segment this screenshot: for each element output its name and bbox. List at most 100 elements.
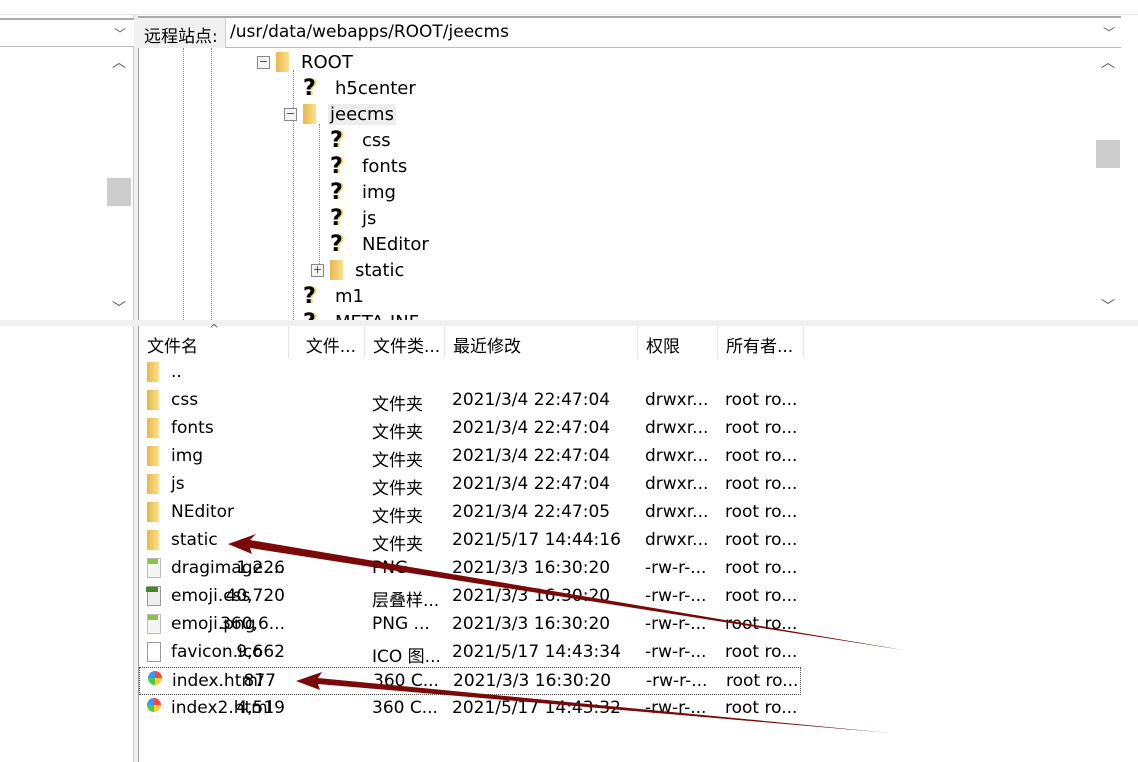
collapse-icon[interactable]: − xyxy=(284,107,297,121)
file-owner: root ro... xyxy=(725,418,798,438)
folder-file-icon xyxy=(147,502,159,522)
file-row[interactable]: favicon.ico 9,662 ICO 图... 2021/5/17 14:43:… xyxy=(139,639,809,667)
tree-node-meta-inf[interactable]: ? META-INF xyxy=(303,309,419,321)
file-size: 40,720 xyxy=(225,586,285,606)
file-modified: 2021/3/4 22:47:04 xyxy=(452,446,611,466)
file-type: PNG ... xyxy=(372,558,430,578)
file-modified: 2021/3/3 16:30:20 xyxy=(452,558,611,578)
tree-node-img[interactable]: ? img xyxy=(330,179,396,205)
scroll-thumb[interactable] xyxy=(107,178,131,206)
file-row[interactable]: css 文件夹 2021/3/4 22:47:04 drwxr... root ro..… xyxy=(139,387,809,415)
column-header[interactable]: 文件类... xyxy=(365,326,445,358)
file-owner: root ro... xyxy=(725,530,798,550)
file-perm: drwxr... xyxy=(645,530,709,550)
tree-node-neditor[interactable]: ? NEditor xyxy=(330,231,429,257)
tree-node-root[interactable]: − ROOT xyxy=(257,49,353,75)
tree-node-label: m1 xyxy=(335,285,364,307)
tree-node-label: css xyxy=(362,129,391,151)
file-type: PNG ... xyxy=(372,614,430,634)
file-perm: -rw-r-... xyxy=(645,558,707,578)
file-name: .. xyxy=(171,362,182,382)
file-perm: drwxr... xyxy=(645,446,709,466)
column-header[interactable]: 权限 xyxy=(638,326,718,358)
file-perm: drwxr... xyxy=(645,418,709,438)
ico-file-icon xyxy=(147,642,161,662)
unknown-folder-icon: ? xyxy=(330,127,343,153)
scroll-up-icon[interactable]: ︿ xyxy=(107,52,131,72)
column-header[interactable]: 文件... xyxy=(289,326,365,358)
file-row[interactable]: static 文件夹 2021/5/17 14:44:16 drwxr... root … xyxy=(139,527,809,555)
file-row[interactable]: index2.html 4,519 360 C... 2021/5/17 14:43:… xyxy=(139,695,809,723)
file-row[interactable]: .. xyxy=(139,359,809,387)
file-modified: 2021/3/4 22:47:04 xyxy=(452,390,611,410)
folder-icon xyxy=(276,52,289,72)
tree-node-label: ROOT xyxy=(301,51,353,73)
tree-node-label: js xyxy=(362,207,377,229)
file-perm: -rw-r-... xyxy=(645,642,707,662)
remote-path-input[interactable]: /usr/data/webapps/ROOT/jeecms xyxy=(230,22,509,42)
file-owner: root ro... xyxy=(725,446,798,466)
folder-file-icon xyxy=(147,418,159,438)
file-type: 文件夹 xyxy=(372,451,423,471)
file-name: js xyxy=(171,474,185,494)
file-type: 文件夹 xyxy=(372,423,423,443)
column-header[interactable]: 最近修改 xyxy=(445,326,638,358)
tree-node-fonts[interactable]: ? fonts xyxy=(330,153,407,179)
file-row[interactable]: dragimage.... 1,226 PNG ... 2021/3/3 16:30:… xyxy=(139,555,809,583)
file-owner: root ro... xyxy=(725,642,798,662)
file-row[interactable]: js 文件夹 2021/3/4 22:47:04 drwxr... root ro... xyxy=(139,471,809,499)
file-owner: root ro... xyxy=(725,474,798,494)
tree-node-h5center[interactable]: ? h5center xyxy=(303,75,416,101)
tree-node-label: h5center xyxy=(335,77,416,99)
file-type: 文件夹 xyxy=(372,535,423,555)
tree-node-m1[interactable]: ? m1 xyxy=(303,283,364,309)
remote-file-list: ^ 文件名 文件... 文件类... 最近修改 权限 所有者..... css 文件夹 2021… xyxy=(138,322,1138,762)
tree-node-js[interactable]: ? js xyxy=(330,205,376,231)
chevron-down-icon[interactable]: ﹀ xyxy=(114,25,126,42)
file-row[interactable]: emoji.css 40,720 层叠样... 2021/3/3 16:30:20 -r… xyxy=(139,583,809,611)
file-row[interactable]: index.html 877 360 C... 2021/3/3 16:30:20 -r… xyxy=(139,667,801,695)
file-modified: 2021/5/17 14:43:32 xyxy=(452,698,621,718)
local-tree-scrollbar[interactable]: ︿ ﹀ xyxy=(107,48,131,320)
folder-file-icon xyxy=(147,530,159,550)
file-size: 877 xyxy=(243,671,276,691)
chevron-down-icon[interactable]: ﹀ xyxy=(1103,24,1115,41)
tree-node-static[interactable]: + static xyxy=(311,257,404,283)
remote-directory-tree: − ROOT? h5center − jeecms? css? fonts? img? js? N… xyxy=(138,48,1098,320)
file-row[interactable]: fonts 文件夹 2021/3/4 22:47:04 drwxr... root ro… xyxy=(139,415,809,443)
file-name: static xyxy=(171,530,218,550)
remote-site-label: 远程站点: xyxy=(138,18,226,48)
tree-node-css[interactable]: ? css xyxy=(330,127,391,153)
file-modified: 2021/5/17 14:44:16 xyxy=(452,530,621,550)
file-size: 360,6... xyxy=(220,614,285,634)
local-site-combo[interactable]: ﹀ xyxy=(0,18,134,47)
remote-tree-scrollbar[interactable]: ︿ ﹀ xyxy=(1096,48,1120,320)
file-row[interactable]: NEditor 文件夹 2021/3/4 22:47:05 drwxr... root … xyxy=(139,499,809,527)
scroll-up-icon[interactable]: ︿ xyxy=(1096,52,1120,72)
scroll-down-icon[interactable]: ﹀ xyxy=(107,298,131,318)
column-header[interactable]: 文件名 xyxy=(139,326,289,358)
file-row[interactable]: img 文件夹 2021/3/4 22:47:04 drwxr... root ro..… xyxy=(139,443,809,471)
unknown-folder-icon: ? xyxy=(303,310,323,321)
file-type: 360 C... xyxy=(373,671,439,691)
file-owner: root ro... xyxy=(725,698,798,718)
file-perm: -rw-r-... xyxy=(646,671,708,691)
file-modified: 2021/3/3 16:30:20 xyxy=(452,586,611,606)
collapse-icon[interactable]: − xyxy=(257,55,270,69)
unknown-folder-icon: ? xyxy=(303,283,316,309)
tree-node-jeecms[interactable]: − jeecms xyxy=(284,101,396,127)
file-perm: drwxr... xyxy=(645,474,709,494)
file-owner: root ro... xyxy=(725,502,798,522)
unknown-folder-icon: ? xyxy=(330,153,343,179)
unknown-folder-icon: ? xyxy=(330,179,343,205)
top-strip xyxy=(0,0,1138,15)
expand-icon[interactable]: + xyxy=(311,263,324,277)
file-modified: 2021/3/3 16:30:20 xyxy=(452,614,611,634)
folder-icon xyxy=(303,104,316,124)
file-name: css xyxy=(171,390,199,410)
png-file-icon xyxy=(147,558,161,578)
column-header[interactable]: 所有者... xyxy=(718,326,804,358)
scroll-thumb[interactable] xyxy=(1096,140,1120,168)
scroll-down-icon[interactable]: ﹀ xyxy=(1096,296,1120,316)
file-row[interactable]: emoji.png 360,6... PNG ... 2021/3/3 16:30:2… xyxy=(139,611,809,639)
